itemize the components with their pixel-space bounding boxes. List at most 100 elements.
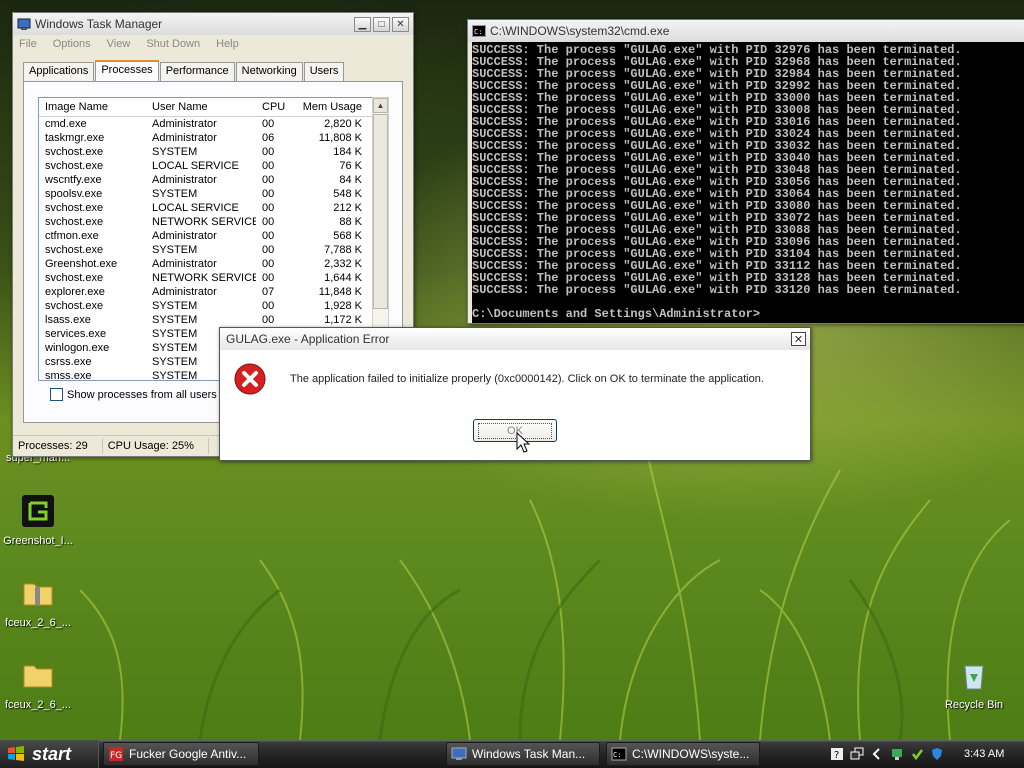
tab-networking[interactable]: Networking <box>235 62 303 81</box>
table-row[interactable]: svchost.exe SYSTEM 00 7,788 K <box>39 243 372 257</box>
clock[interactable]: 3:43 AM <box>964 748 1004 760</box>
cell-image-name: explorer.exe <box>45 286 105 298</box>
scroll-thumb[interactable] <box>373 114 388 309</box>
cmd-window: C: C:\WINDOWS\system32\cmd.exe SUCCESS: … <box>467 19 1024 324</box>
error-dialog-titlebar[interactable]: GULAG.exe - Application Error ✕ <box>220 328 810 350</box>
cell-user-name: Administrator <box>152 230 217 242</box>
cell-mem-usage: 7,788 K <box>324 244 362 256</box>
column-image-name[interactable]: Image Name <box>39 101 146 113</box>
table-row[interactable]: svchost.exe NETWORK SERVICE 00 88 K <box>39 215 372 229</box>
cell-mem-usage: 568 K <box>333 230 362 242</box>
recycle-bin-icon <box>964 665 984 690</box>
cell-mem-usage: 84 K <box>339 174 362 186</box>
cell-image-name: csrss.exe <box>45 356 92 368</box>
cmd-titlebar[interactable]: C: C:\WINDOWS\system32\cmd.exe <box>468 20 1024 42</box>
tab-users[interactable]: Users <box>303 62 345 81</box>
cell-image-name: smss.exe <box>45 370 92 381</box>
menu-help[interactable]: Help <box>216 38 239 50</box>
menu-shut-down[interactable]: Shut Down <box>146 38 200 50</box>
cell-image-name: ctfmon.exe <box>45 230 99 242</box>
table-row[interactable]: spoolsv.exe SYSTEM 00 548 K <box>39 187 372 201</box>
status-processes: Processes: 29 <box>13 438 103 454</box>
scroll-up-arrow[interactable]: ▲ <box>373 98 388 113</box>
start-button[interactable]: start <box>0 740 99 768</box>
ok-button-label: OK <box>478 422 552 439</box>
cell-image-name: svchost.exe <box>45 216 104 228</box>
column-user-name[interactable]: User Name <box>146 101 256 113</box>
table-row[interactable]: svchost.exe SYSTEM 00 1,928 K <box>39 299 372 313</box>
cell-image-name: services.exe <box>45 328 107 340</box>
error-icon <box>234 363 266 395</box>
cmd-output-line: SUCCESS: The process "GULAG.exe" with PI… <box>472 283 962 297</box>
restore-windows-icon[interactable] <box>850 747 864 761</box>
cell-cpu: 00 <box>262 118 275 130</box>
cell-user-name: LOCAL SERVICE <box>152 160 239 172</box>
table-row[interactable]: svchost.exe SYSTEM 00 184 K <box>39 145 372 159</box>
show-all-processes-row[interactable]: Show processes from all users <box>50 388 217 401</box>
cell-image-name: svchost.exe <box>45 300 104 312</box>
cmd-icon: C: <box>611 747 627 761</box>
cell-cpu: 00 <box>262 216 275 228</box>
cell-user-name: SYSTEM <box>152 314 198 326</box>
table-row[interactable]: wscntfy.exe Administrator 00 84 K <box>39 173 372 187</box>
window-title: C:\WINDOWS\system32\cmd.exe <box>490 24 670 38</box>
taskbar-button-label: Windows Task Man... <box>472 747 586 761</box>
table-row[interactable]: svchost.exe NETWORK SERVICE 00 1,644 K <box>39 271 372 285</box>
help-icon[interactable]: ? <box>830 747 844 761</box>
desktop-icon-fceux-1[interactable]: fceux_2_6_... <box>0 576 76 629</box>
cell-mem-usage: 1,172 K <box>324 314 362 326</box>
network-icon[interactable] <box>890 747 904 761</box>
menu-view[interactable]: View <box>107 38 131 50</box>
cell-cpu: 00 <box>262 174 275 186</box>
tab-performance[interactable]: Performance <box>159 62 235 81</box>
cell-image-name: svchost.exe <box>45 202 104 214</box>
show-all-processes-checkbox[interactable] <box>50 388 63 401</box>
menu-options[interactable]: Options <box>53 38 91 50</box>
taskbar-button-fucker-google[interactable]: FG Fucker Google Antiv... <box>103 742 259 766</box>
tab-applications[interactable]: Applications <box>23 62 95 81</box>
close-button[interactable]: ✕ <box>392 16 409 32</box>
table-row[interactable]: Greenshot.exe Administrator 00 2,332 K <box>39 257 372 271</box>
table-row[interactable]: ctfmon.exe Administrator 00 568 K <box>39 229 372 243</box>
close-button[interactable]: ✕ <box>791 332 806 346</box>
tab-processes[interactable]: Processes <box>95 60 159 83</box>
menu-file[interactable]: File <box>19 38 37 50</box>
desktop-icon-fceux-2[interactable]: fceux_2_6_... <box>0 658 76 711</box>
cell-mem-usage: 11,808 K <box>318 132 362 144</box>
error-message: The application failed to initialize pro… <box>290 373 764 385</box>
cell-cpu: 07 <box>262 286 275 298</box>
table-row[interactable]: explorer.exe Administrator 07 11,848 K <box>39 285 372 299</box>
cmd-output: SUCCESS: The process "GULAG.exe" with PI… <box>472 44 1024 296</box>
column-mem-usage[interactable]: Mem Usage <box>290 101 372 113</box>
cell-mem-usage: 1,928 K <box>324 300 362 312</box>
desktop-icon-greenshot[interactable]: Greenshot_I... <box>0 494 76 547</box>
minimize-button[interactable]: ▁ <box>354 16 371 32</box>
taskbar-button-cmd[interactable]: C: C:\WINDOWS\syste... <box>606 742 760 766</box>
table-row[interactable]: svchost.exe LOCAL SERVICE 00 76 K <box>39 159 372 173</box>
table-row[interactable]: taskmgr.exe Administrator 06 11,808 K <box>39 131 372 145</box>
ok-button[interactable]: OK <box>473 419 557 442</box>
cmd-console[interactable]: SUCCESS: The process "GULAG.exe" with PI… <box>472 42 1024 323</box>
svg-text:C:: C: <box>613 751 621 759</box>
cell-image-name: winlogon.exe <box>45 342 110 354</box>
greenshot-tray-icon[interactable] <box>910 747 924 761</box>
cell-cpu: 00 <box>262 230 275 242</box>
table-row[interactable]: cmd.exe Administrator 00 2,820 K <box>39 117 372 131</box>
cell-user-name: NETWORK SERVICE <box>152 216 256 228</box>
taskbar-button-task-manager[interactable]: Windows Task Man... <box>446 742 600 766</box>
cell-cpu: 00 <box>262 188 275 200</box>
task-manager-titlebar[interactable]: Windows Task Manager ▁ □ ✕ <box>13 13 413 35</box>
desktop-icon-recycle-bin[interactable]: Recycle Bin <box>936 658 1012 711</box>
cell-cpu: 06 <box>262 132 275 144</box>
table-row[interactable]: lsass.exe SYSTEM 00 1,172 K <box>39 313 372 327</box>
cell-image-name: svchost.exe <box>45 244 104 256</box>
cell-image-name: Greenshot.exe <box>45 258 118 270</box>
chevron-left-icon[interactable] <box>870 747 884 761</box>
taskbar: start FG Fucker Google Antiv... Windows … <box>0 740 1024 768</box>
column-cpu[interactable]: CPU <box>256 101 290 113</box>
maximize-button[interactable]: □ <box>373 16 390 32</box>
shield-icon[interactable] <box>930 747 944 761</box>
table-row[interactable]: svchost.exe LOCAL SERVICE 00 212 K <box>39 201 372 215</box>
cell-image-name: svchost.exe <box>45 160 104 172</box>
cell-mem-usage: 2,820 K <box>324 118 362 130</box>
